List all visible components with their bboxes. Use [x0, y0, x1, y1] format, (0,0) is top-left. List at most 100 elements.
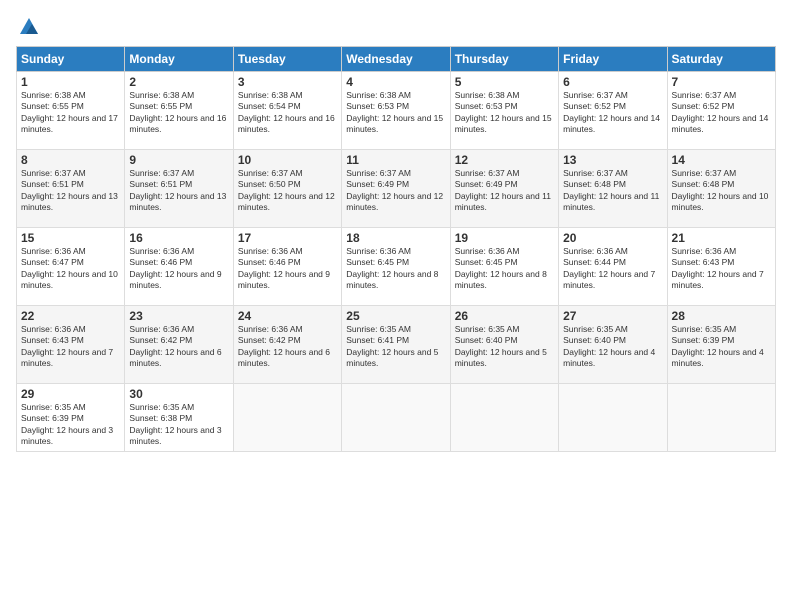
calendar-cell — [667, 384, 775, 452]
calendar-header-saturday: Saturday — [667, 47, 775, 72]
calendar-cell: 15 Sunrise: 6:36 AM Sunset: 6:47 PM Dayl… — [17, 228, 125, 306]
calendar-cell: 28 Sunrise: 6:35 AM Sunset: 6:39 PM Dayl… — [667, 306, 775, 384]
calendar-cell: 24 Sunrise: 6:36 AM Sunset: 6:42 PM Dayl… — [233, 306, 341, 384]
day-number: 21 — [672, 231, 771, 245]
calendar-cell: 8 Sunrise: 6:37 AM Sunset: 6:51 PM Dayli… — [17, 150, 125, 228]
day-number: 1 — [21, 75, 120, 89]
day-info: Sunrise: 6:35 AM Sunset: 6:39 PM Dayligh… — [21, 402, 120, 448]
calendar-header-monday: Monday — [125, 47, 233, 72]
logo — [16, 16, 40, 38]
calendar-cell: 14 Sunrise: 6:37 AM Sunset: 6:48 PM Dayl… — [667, 150, 775, 228]
day-number: 5 — [455, 75, 554, 89]
day-info: Sunrise: 6:35 AM Sunset: 6:40 PM Dayligh… — [563, 324, 662, 370]
calendar-cell: 25 Sunrise: 6:35 AM Sunset: 6:41 PM Dayl… — [342, 306, 450, 384]
day-number: 29 — [21, 387, 120, 401]
day-number: 27 — [563, 309, 662, 323]
calendar-header-wednesday: Wednesday — [342, 47, 450, 72]
day-number: 17 — [238, 231, 337, 245]
day-info: Sunrise: 6:38 AM Sunset: 6:53 PM Dayligh… — [455, 90, 554, 136]
day-info: Sunrise: 6:38 AM Sunset: 6:55 PM Dayligh… — [129, 90, 228, 136]
day-info: Sunrise: 6:38 AM Sunset: 6:55 PM Dayligh… — [21, 90, 120, 136]
day-number: 4 — [346, 75, 445, 89]
day-number: 13 — [563, 153, 662, 167]
day-info: Sunrise: 6:36 AM Sunset: 6:46 PM Dayligh… — [129, 246, 228, 292]
calendar-header-friday: Friday — [559, 47, 667, 72]
day-info: Sunrise: 6:37 AM Sunset: 6:52 PM Dayligh… — [563, 90, 662, 136]
calendar-cell: 29 Sunrise: 6:35 AM Sunset: 6:39 PM Dayl… — [17, 384, 125, 452]
day-number: 18 — [346, 231, 445, 245]
calendar-table: SundayMondayTuesdayWednesdayThursdayFrid… — [16, 46, 776, 452]
day-info: Sunrise: 6:35 AM Sunset: 6:40 PM Dayligh… — [455, 324, 554, 370]
day-number: 25 — [346, 309, 445, 323]
calendar-cell: 20 Sunrise: 6:36 AM Sunset: 6:44 PM Dayl… — [559, 228, 667, 306]
calendar-cell: 3 Sunrise: 6:38 AM Sunset: 6:54 PM Dayli… — [233, 72, 341, 150]
day-number: 9 — [129, 153, 228, 167]
day-number: 7 — [672, 75, 771, 89]
calendar-cell: 17 Sunrise: 6:36 AM Sunset: 6:46 PM Dayl… — [233, 228, 341, 306]
day-info: Sunrise: 6:36 AM Sunset: 6:47 PM Dayligh… — [21, 246, 120, 292]
day-info: Sunrise: 6:36 AM Sunset: 6:46 PM Dayligh… — [238, 246, 337, 292]
day-info: Sunrise: 6:36 AM Sunset: 6:43 PM Dayligh… — [21, 324, 120, 370]
day-info: Sunrise: 6:35 AM Sunset: 6:38 PM Dayligh… — [129, 402, 228, 448]
day-number: 19 — [455, 231, 554, 245]
day-info: Sunrise: 6:37 AM Sunset: 6:48 PM Dayligh… — [672, 168, 771, 214]
day-number: 26 — [455, 309, 554, 323]
calendar-header-sunday: Sunday — [17, 47, 125, 72]
calendar-cell: 18 Sunrise: 6:36 AM Sunset: 6:45 PM Dayl… — [342, 228, 450, 306]
calendar-cell: 10 Sunrise: 6:37 AM Sunset: 6:50 PM Dayl… — [233, 150, 341, 228]
day-number: 11 — [346, 153, 445, 167]
day-number: 20 — [563, 231, 662, 245]
day-number: 2 — [129, 75, 228, 89]
calendar-cell: 1 Sunrise: 6:38 AM Sunset: 6:55 PM Dayli… — [17, 72, 125, 150]
calendar-header-thursday: Thursday — [450, 47, 558, 72]
day-info: Sunrise: 6:37 AM Sunset: 6:50 PM Dayligh… — [238, 168, 337, 214]
calendar-cell: 7 Sunrise: 6:37 AM Sunset: 6:52 PM Dayli… — [667, 72, 775, 150]
day-number: 6 — [563, 75, 662, 89]
day-number: 3 — [238, 75, 337, 89]
day-number: 22 — [21, 309, 120, 323]
day-info: Sunrise: 6:38 AM Sunset: 6:53 PM Dayligh… — [346, 90, 445, 136]
calendar-cell: 11 Sunrise: 6:37 AM Sunset: 6:49 PM Dayl… — [342, 150, 450, 228]
day-info: Sunrise: 6:36 AM Sunset: 6:45 PM Dayligh… — [455, 246, 554, 292]
calendar-cell: 22 Sunrise: 6:36 AM Sunset: 6:43 PM Dayl… — [17, 306, 125, 384]
calendar-cell: 27 Sunrise: 6:35 AM Sunset: 6:40 PM Dayl… — [559, 306, 667, 384]
calendar-week-4: 22 Sunrise: 6:36 AM Sunset: 6:43 PM Dayl… — [17, 306, 776, 384]
calendar-cell: 2 Sunrise: 6:38 AM Sunset: 6:55 PM Dayli… — [125, 72, 233, 150]
day-info: Sunrise: 6:36 AM Sunset: 6:42 PM Dayligh… — [238, 324, 337, 370]
day-info: Sunrise: 6:38 AM Sunset: 6:54 PM Dayligh… — [238, 90, 337, 136]
day-info: Sunrise: 6:35 AM Sunset: 6:39 PM Dayligh… — [672, 324, 771, 370]
calendar-cell: 13 Sunrise: 6:37 AM Sunset: 6:48 PM Dayl… — [559, 150, 667, 228]
day-info: Sunrise: 6:37 AM Sunset: 6:49 PM Dayligh… — [455, 168, 554, 214]
calendar-cell — [450, 384, 558, 452]
calendar-cell: 5 Sunrise: 6:38 AM Sunset: 6:53 PM Dayli… — [450, 72, 558, 150]
page: SundayMondayTuesdayWednesdayThursdayFrid… — [0, 0, 792, 612]
day-info: Sunrise: 6:37 AM Sunset: 6:51 PM Dayligh… — [21, 168, 120, 214]
day-info: Sunrise: 6:37 AM Sunset: 6:48 PM Dayligh… — [563, 168, 662, 214]
day-info: Sunrise: 6:37 AM Sunset: 6:49 PM Dayligh… — [346, 168, 445, 214]
day-info: Sunrise: 6:36 AM Sunset: 6:42 PM Dayligh… — [129, 324, 228, 370]
day-number: 28 — [672, 309, 771, 323]
day-number: 16 — [129, 231, 228, 245]
calendar-week-1: 1 Sunrise: 6:38 AM Sunset: 6:55 PM Dayli… — [17, 72, 776, 150]
day-info: Sunrise: 6:36 AM Sunset: 6:43 PM Dayligh… — [672, 246, 771, 292]
calendar-cell: 30 Sunrise: 6:35 AM Sunset: 6:38 PM Dayl… — [125, 384, 233, 452]
day-number: 14 — [672, 153, 771, 167]
logo-icon — [18, 16, 40, 38]
day-number: 12 — [455, 153, 554, 167]
day-number: 23 — [129, 309, 228, 323]
day-number: 24 — [238, 309, 337, 323]
day-info: Sunrise: 6:36 AM Sunset: 6:44 PM Dayligh… — [563, 246, 662, 292]
calendar-cell: 4 Sunrise: 6:38 AM Sunset: 6:53 PM Dayli… — [342, 72, 450, 150]
calendar-cell: 26 Sunrise: 6:35 AM Sunset: 6:40 PM Dayl… — [450, 306, 558, 384]
calendar-cell — [233, 384, 341, 452]
day-info: Sunrise: 6:36 AM Sunset: 6:45 PM Dayligh… — [346, 246, 445, 292]
calendar-cell — [559, 384, 667, 452]
calendar-week-5: 29 Sunrise: 6:35 AM Sunset: 6:39 PM Dayl… — [17, 384, 776, 452]
calendar-cell: 6 Sunrise: 6:37 AM Sunset: 6:52 PM Dayli… — [559, 72, 667, 150]
day-number: 30 — [129, 387, 228, 401]
day-number: 8 — [21, 153, 120, 167]
calendar-cell: 23 Sunrise: 6:36 AM Sunset: 6:42 PM Dayl… — [125, 306, 233, 384]
calendar-week-2: 8 Sunrise: 6:37 AM Sunset: 6:51 PM Dayli… — [17, 150, 776, 228]
calendar-cell: 16 Sunrise: 6:36 AM Sunset: 6:46 PM Dayl… — [125, 228, 233, 306]
calendar-week-3: 15 Sunrise: 6:36 AM Sunset: 6:47 PM Dayl… — [17, 228, 776, 306]
